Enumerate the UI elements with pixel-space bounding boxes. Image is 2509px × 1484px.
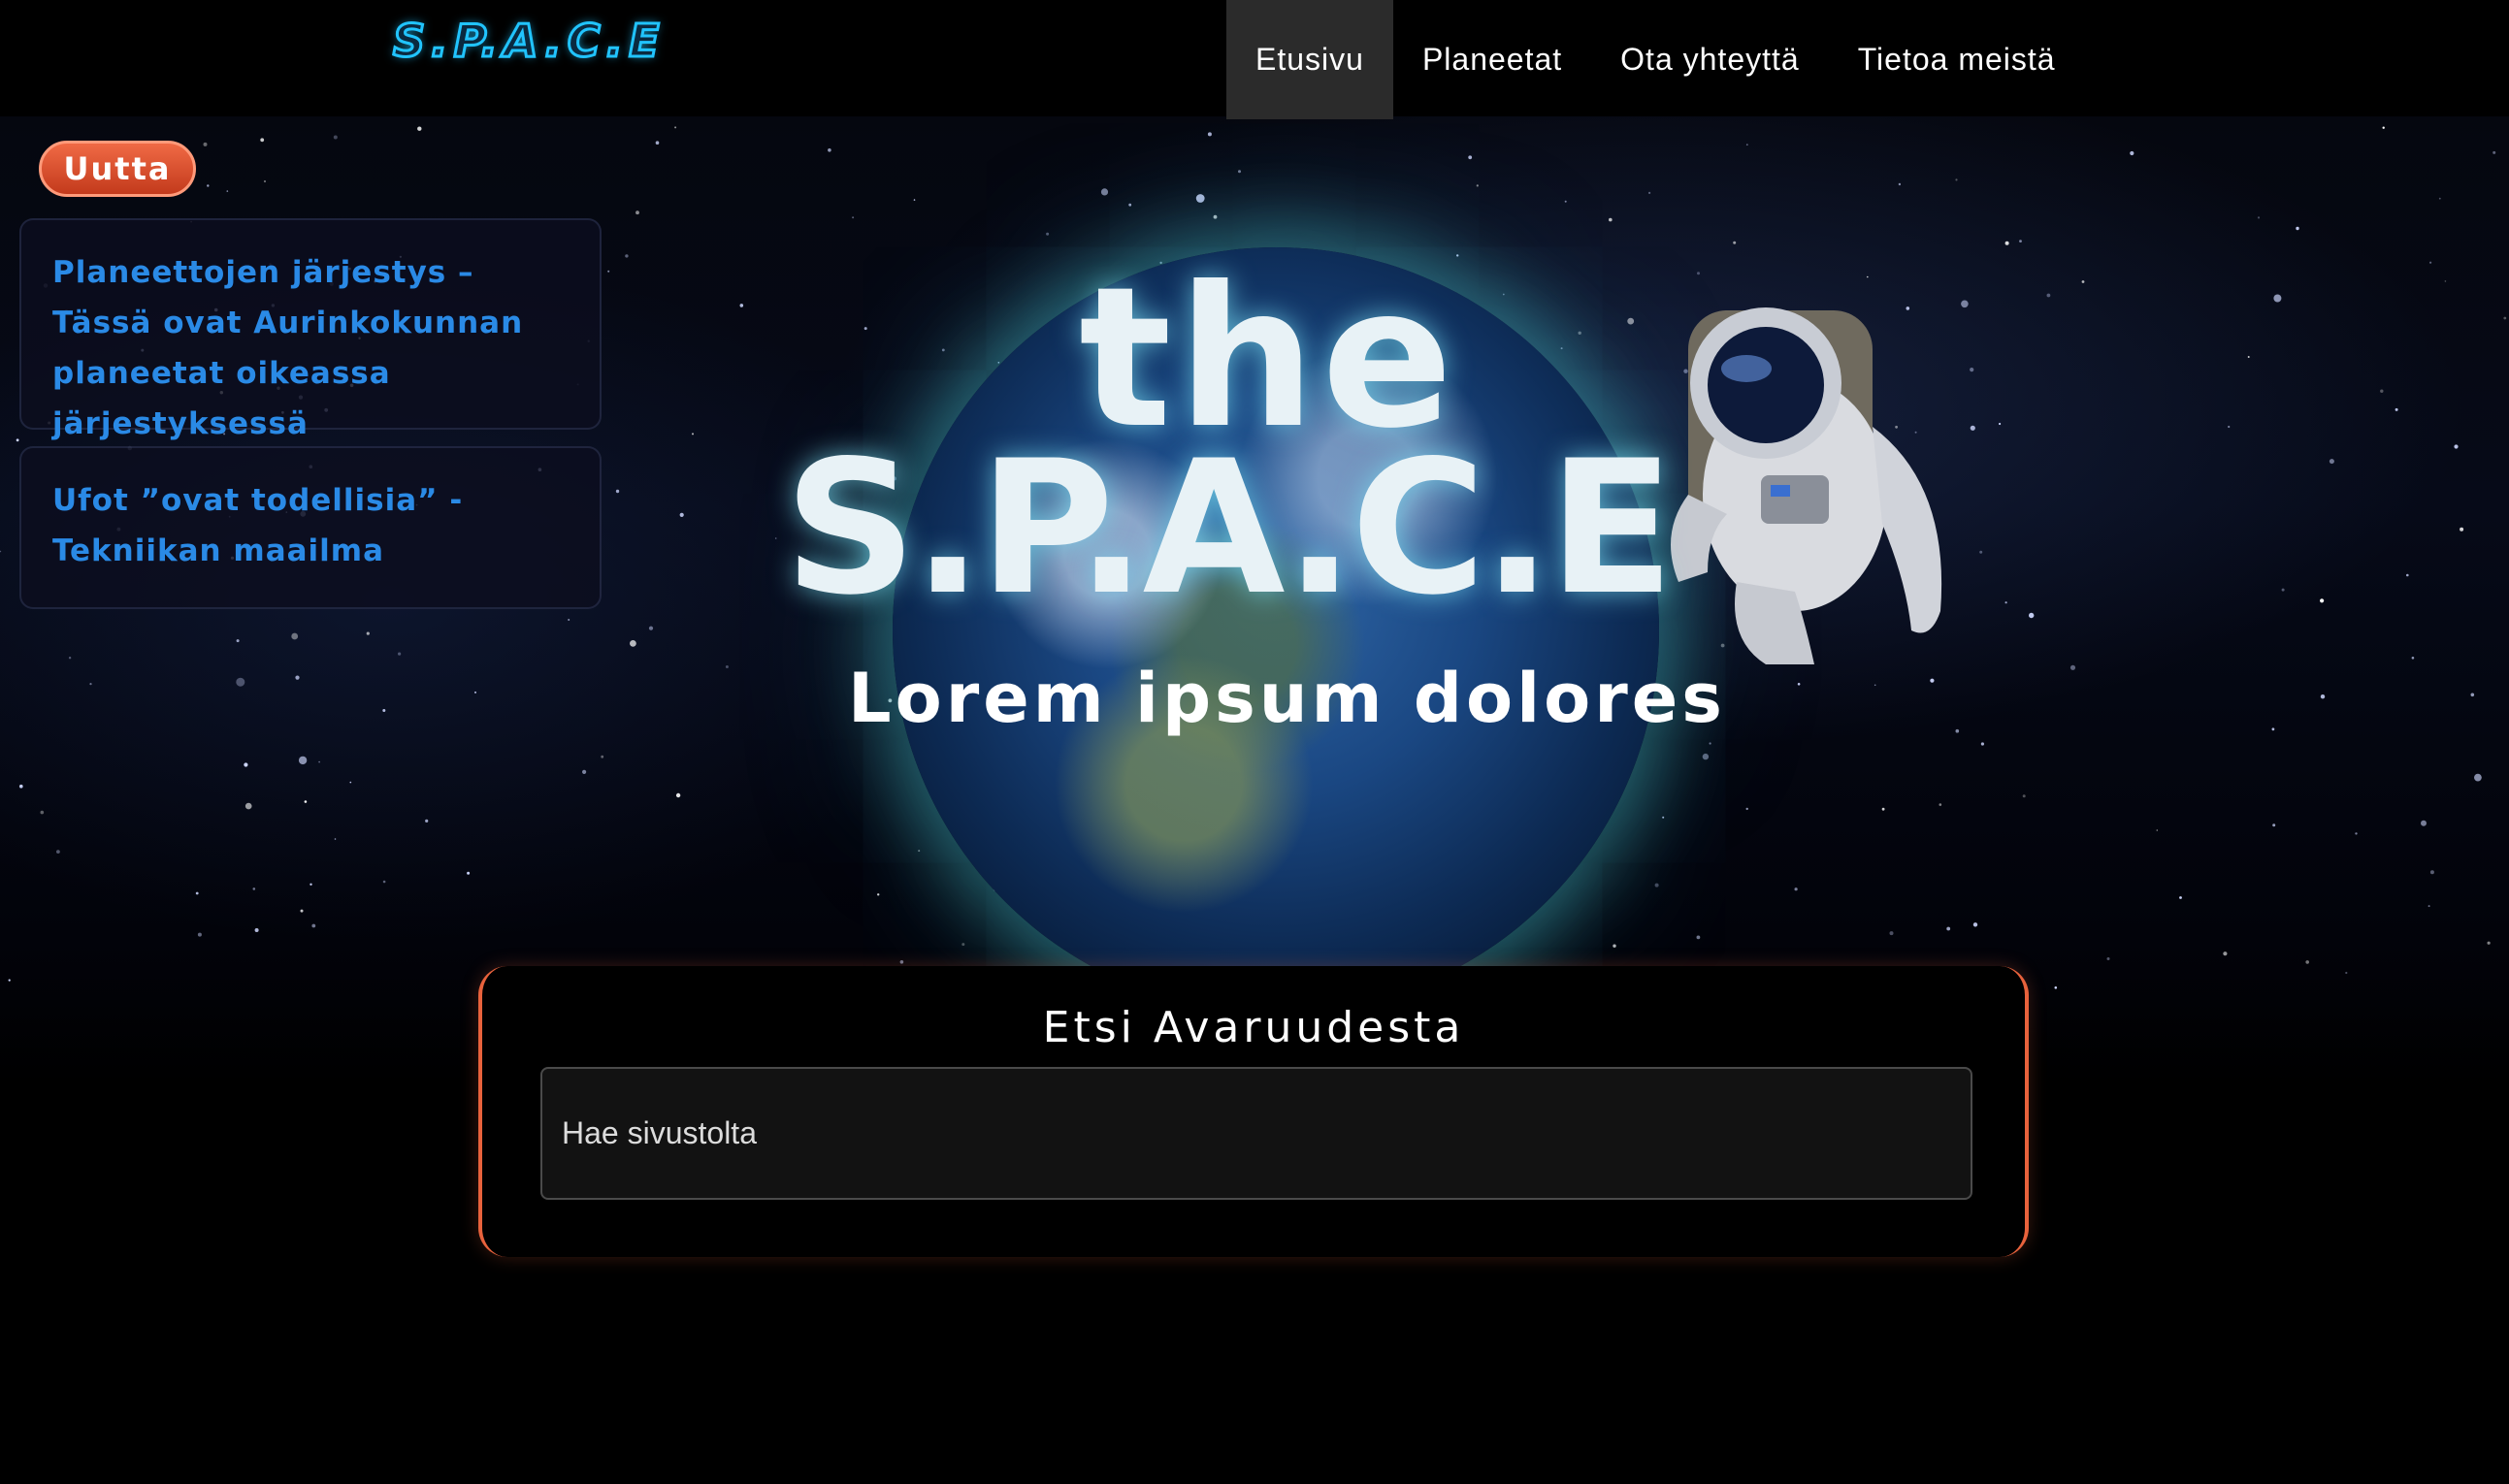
main-nav: Etusivu Planeetat Ota yhteyttä Tietoa me… [1226,0,2085,119]
nav-item-ota-yhteytta[interactable]: Ota yhteyttä [1591,0,1829,119]
nav-item-planeetat[interactable]: Planeetat [1393,0,1591,119]
hero-subtitle: Lorem ipsum dolores [848,659,1726,738]
site-logo[interactable]: S.P.A.C.E [392,12,666,70]
search-input[interactable] [540,1067,1972,1200]
hero-title-line2: S.P.A.C.E [784,421,1675,635]
new-badge: Uutta [39,141,196,197]
nav-item-etusivu[interactable]: Etusivu [1226,0,1393,119]
news-item-ufos[interactable]: Ufot ”ovat todellisia” - Tekniikan maail… [19,446,602,609]
page: S.P.A.C.E Etusivu Planeetat Ota yhteyttä… [0,0,2509,1484]
search-title: Etsi Avaruudesta [1042,1003,1465,1052]
nav-item-tietoa-meista[interactable]: Tietoa meistä [1829,0,2085,119]
search-panel: Etsi Avaruudesta [478,966,2029,1257]
news-item-planet-order[interactable]: Planeettojen järjestys – Tässä ovat Auri… [19,218,602,441]
